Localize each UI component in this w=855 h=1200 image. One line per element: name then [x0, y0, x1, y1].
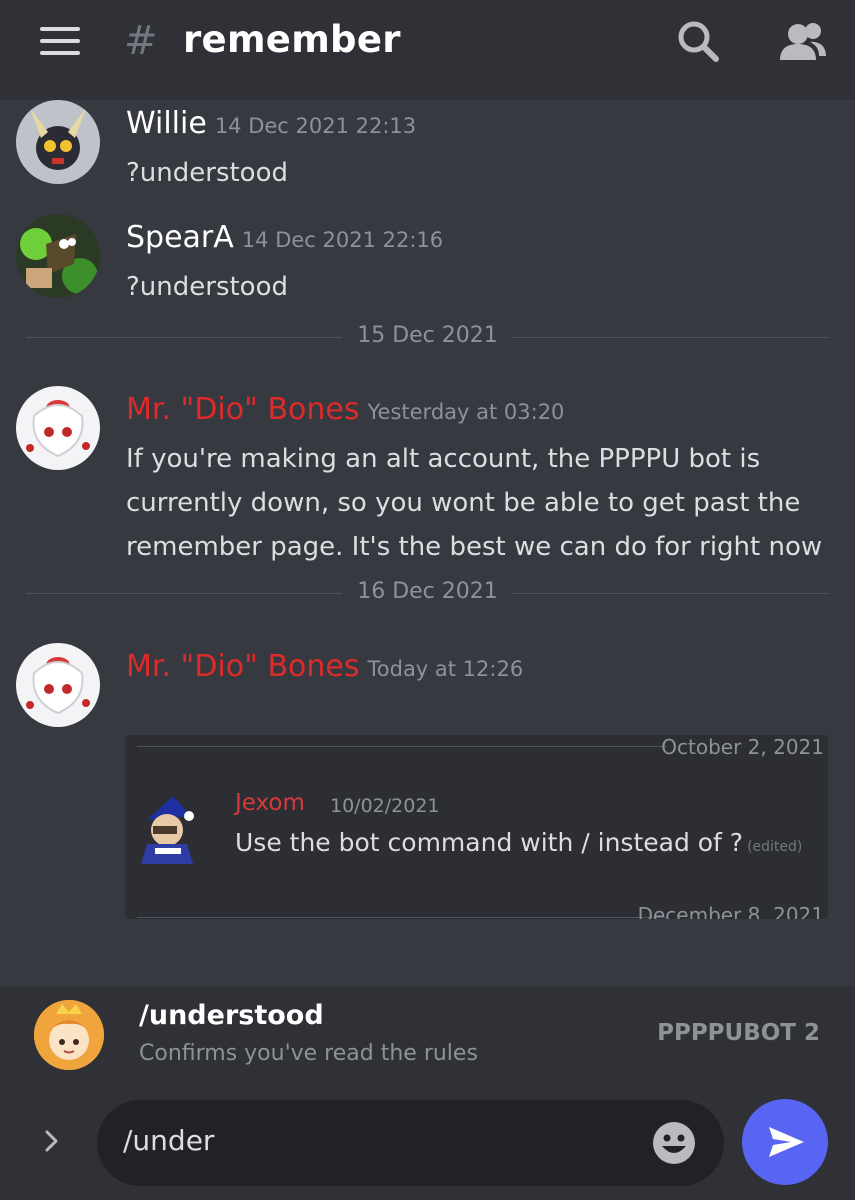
avatar[interactable]: [16, 100, 100, 184]
image-attachment[interactable]: October 2, 2021 Jexom 10/02/2021 Use the…: [125, 735, 828, 919]
author-name[interactable]: SpearA: [126, 220, 234, 255]
composer: /under: [0, 1081, 855, 1200]
message-text: ?understood: [126, 272, 289, 302]
edited-tag: (edited): [747, 839, 803, 855]
channel-title: remember: [183, 18, 401, 61]
author-name[interactable]: Willie: [126, 106, 207, 141]
message-text: If you're making an alt account, the PPP…: [126, 444, 823, 562]
bot-name: PPPPUBOT 2: [657, 1020, 820, 1046]
embed-date: 10/02/2021: [330, 795, 440, 817]
chevron-right-icon[interactable]: [40, 1129, 64, 1153]
timestamp: Yesterday at 03:20: [367, 400, 565, 424]
channel-header: # remember: [0, 0, 855, 100]
channel-hash-icon: #: [124, 18, 158, 64]
date-divider: 15 Dec 2021: [26, 323, 829, 348]
timestamp: 14 Dec 2021 22:16: [241, 228, 444, 252]
send-icon: [769, 1127, 804, 1157]
embed-date-top: October 2, 2021: [661, 735, 824, 759]
emoji-icon[interactable]: [651, 1120, 697, 1166]
avatar[interactable]: [16, 214, 100, 298]
search-icon[interactable]: [674, 18, 722, 66]
timestamp: 14 Dec 2021 22:13: [214, 114, 417, 138]
date-divider-label: 15 Dec 2021: [357, 323, 498, 348]
send-button[interactable]: [742, 1099, 828, 1185]
hamburger-menu-icon[interactable]: [40, 27, 80, 55]
avatar[interactable]: [16, 386, 100, 470]
bot-avatar: [34, 1000, 104, 1070]
command-description: Confirms you've read the rules: [139, 1041, 478, 1066]
avatar[interactable]: [16, 643, 100, 727]
embed-date-bottom: December 8, 2021: [637, 903, 824, 919]
message-input[interactable]: /under: [97, 1100, 724, 1186]
timestamp: Today at 12:26: [367, 657, 524, 681]
author-name[interactable]: Mr. "Dio" Bones: [126, 392, 360, 427]
date-divider-label: 16 Dec 2021: [357, 579, 498, 604]
message-text: ?understood: [126, 158, 289, 188]
message-input-value[interactable]: /under: [123, 1124, 214, 1157]
embed-avatar: [141, 796, 194, 864]
embed-author: Jexom: [235, 790, 305, 816]
date-divider: 16 Dec 2021: [26, 579, 829, 604]
members-icon[interactable]: [776, 18, 828, 66]
command-name: /understood: [139, 1000, 324, 1031]
command-suggestion[interactable]: /understood Confirms you've read the rul…: [0, 986, 855, 1081]
author-name[interactable]: Mr. "Dio" Bones: [126, 649, 360, 684]
embed-text: Use the bot command with / instead of ?(…: [235, 828, 803, 857]
